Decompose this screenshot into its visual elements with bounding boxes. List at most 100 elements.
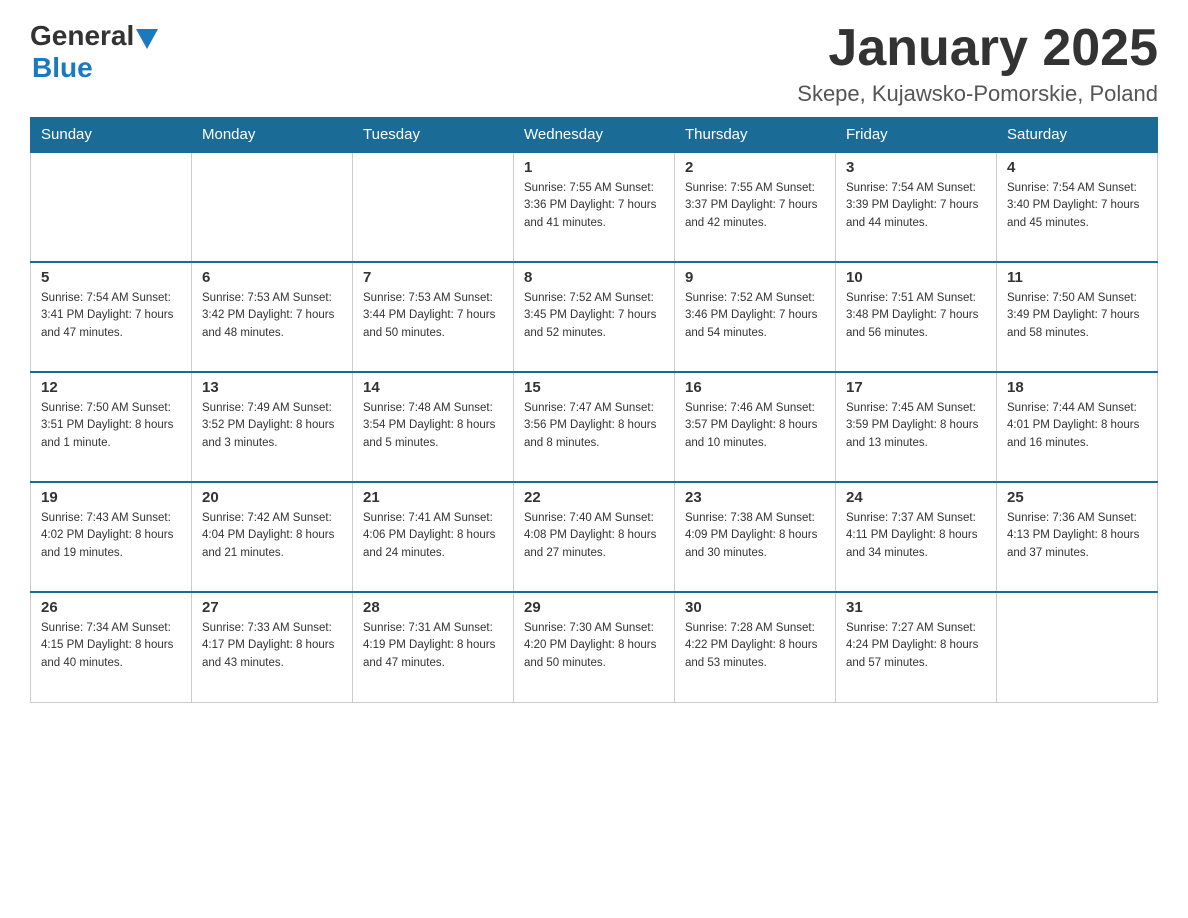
day-number: 6 [202, 269, 342, 286]
calendar-week-row: 19 Sunrise: 7:43 AM Sunset: 4:02 PM Dayli… [31, 482, 1158, 592]
calendar-week-row: 12 Sunrise: 7:50 AM Sunset: 3:51 PM Dayli… [31, 372, 1158, 482]
day-number: 26 [41, 599, 181, 616]
calendar-cell: 7 Sunrise: 7:53 AM Sunset: 3:44 PM Daylig… [353, 262, 514, 372]
day-number: 23 [685, 489, 825, 506]
calendar-cell: 4 Sunrise: 7:54 AM Sunset: 3:40 PM Daylig… [997, 152, 1158, 262]
day-info: Sunrise: 7:37 AM Sunset: 4:11 PM Dayligh… [846, 510, 986, 562]
day-info: Sunrise: 7:52 AM Sunset: 3:45 PM Dayligh… [524, 290, 664, 342]
day-info: Sunrise: 7:46 AM Sunset: 3:57 PM Dayligh… [685, 400, 825, 452]
day-info: Sunrise: 7:50 AM Sunset: 3:51 PM Dayligh… [41, 400, 181, 452]
day-info: Sunrise: 7:41 AM Sunset: 4:06 PM Dayligh… [363, 510, 503, 562]
day-number: 2 [685, 159, 825, 176]
calendar-week-row: 5Sunrise: 7:54 AM Sunset: 3:41 PM Daylig… [31, 262, 1158, 372]
day-number: 1 [524, 159, 664, 176]
calendar-table: SundayMondayTuesdayWednesdayThursdayFrid… [30, 117, 1158, 703]
day-number: 4 [1007, 159, 1147, 176]
day-info: Sunrise: 7:48 AM Sunset: 3:54 PM Dayligh… [363, 400, 503, 452]
day-of-week-header: Tuesday [353, 118, 514, 153]
calendar-cell [31, 152, 192, 262]
logo-triangle-icon [136, 29, 158, 49]
day-info: Sunrise: 7:47 AM Sunset: 3:56 PM Dayligh… [524, 400, 664, 452]
day-of-week-header: Monday [192, 118, 353, 153]
calendar-cell: 6 Sunrise: 7:53 AM Sunset: 3:42 PM Daylig… [192, 262, 353, 372]
calendar-cell: 8 Sunrise: 7:52 AM Sunset: 3:45 PM Daylig… [514, 262, 675, 372]
day-number: 12 [41, 379, 181, 396]
calendar-subtitle: Skepe, Kujawsko-Pomorskie, Poland [797, 81, 1158, 107]
day-number: 19 [41, 489, 181, 506]
day-info: Sunrise: 7:49 AM Sunset: 3:52 PM Dayligh… [202, 400, 342, 452]
day-info: Sunrise: 7:30 AM Sunset: 4:20 PM Dayligh… [524, 620, 664, 672]
calendar-cell: 11 Sunrise: 7:50 AM Sunset: 3:49 PM Dayli… [997, 262, 1158, 372]
logo-blue-text: Blue [32, 52, 93, 84]
day-info: Sunrise: 7:54 AM Sunset: 3:40 PM Dayligh… [1007, 180, 1147, 232]
calendar-cell: 29 Sunrise: 7:30 AM Sunset: 4:20 PM Dayli… [514, 592, 675, 702]
day-info: Sunrise: 7:28 AM Sunset: 4:22 PM Dayligh… [685, 620, 825, 672]
day-number: 5 [41, 269, 181, 286]
calendar-cell: 10 Sunrise: 7:51 AM Sunset: 3:48 PM Dayli… [836, 262, 997, 372]
calendar-cell: 14 Sunrise: 7:48 AM Sunset: 3:54 PM Dayli… [353, 372, 514, 482]
day-info: Sunrise: 7:45 AM Sunset: 3:59 PM Dayligh… [846, 400, 986, 452]
day-info: Sunrise: 7:50 AM Sunset: 3:49 PM Dayligh… [1007, 290, 1147, 342]
calendar-cell: 18 Sunrise: 7:44 AM Sunset: 4:01 PM Dayli… [997, 372, 1158, 482]
calendar-cell [192, 152, 353, 262]
day-info: Sunrise: 7:51 AM Sunset: 3:48 PM Dayligh… [846, 290, 986, 342]
calendar-cell: 16 Sunrise: 7:46 AM Sunset: 3:57 PM Dayli… [675, 372, 836, 482]
calendar-cell: 3 Sunrise: 7:54 AM Sunset: 3:39 PM Daylig… [836, 152, 997, 262]
calendar-cell: 13 Sunrise: 7:49 AM Sunset: 3:52 PM Dayli… [192, 372, 353, 482]
day-number: 14 [363, 379, 503, 396]
day-info: Sunrise: 7:40 AM Sunset: 4:08 PM Dayligh… [524, 510, 664, 562]
day-info: Sunrise: 7:36 AM Sunset: 4:13 PM Dayligh… [1007, 510, 1147, 562]
day-info: Sunrise: 7:43 AM Sunset: 4:02 PM Dayligh… [41, 510, 181, 562]
calendar-cell: 15 Sunrise: 7:47 AM Sunset: 3:56 PM Dayli… [514, 372, 675, 482]
day-number: 29 [524, 599, 664, 616]
day-number: 17 [846, 379, 986, 396]
day-info: Sunrise: 7:53 AM Sunset: 3:44 PM Dayligh… [363, 290, 503, 342]
day-info: Sunrise: 7:31 AM Sunset: 4:19 PM Dayligh… [363, 620, 503, 672]
day-number: 13 [202, 379, 342, 396]
calendar-cell: 9Sunrise: 7:52 AM Sunset: 3:46 PM Daylig… [675, 262, 836, 372]
day-number: 18 [1007, 379, 1147, 396]
calendar-cell: 31Sunrise: 7:27 AM Sunset: 4:24 PM Dayli… [836, 592, 997, 702]
day-number: 16 [685, 379, 825, 396]
day-info: Sunrise: 7:34 AM Sunset: 4:15 PM Dayligh… [41, 620, 181, 672]
calendar-cell [353, 152, 514, 262]
day-info: Sunrise: 7:54 AM Sunset: 3:39 PM Dayligh… [846, 180, 986, 232]
day-of-week-header: Wednesday [514, 118, 675, 153]
day-number: 24 [846, 489, 986, 506]
calendar-cell: 2 Sunrise: 7:55 AM Sunset: 3:37 PM Daylig… [675, 152, 836, 262]
page-header: General Blue January 2025 Skepe, Kujawsk… [30, 20, 1158, 107]
day-number: 10 [846, 269, 986, 286]
day-number: 30 [685, 599, 825, 616]
day-info: Sunrise: 7:53 AM Sunset: 3:42 PM Dayligh… [202, 290, 342, 342]
calendar-header-row: SundayMondayTuesdayWednesdayThursdayFrid… [31, 118, 1158, 153]
day-number: 28 [363, 599, 503, 616]
title-block: January 2025 Skepe, Kujawsko-Pomorskie, … [797, 20, 1158, 107]
day-number: 8 [524, 269, 664, 286]
day-number: 3 [846, 159, 986, 176]
calendar-cell: 25Sunrise: 7:36 AM Sunset: 4:13 PM Dayli… [997, 482, 1158, 592]
day-of-week-header: Saturday [997, 118, 1158, 153]
day-info: Sunrise: 7:44 AM Sunset: 4:01 PM Dayligh… [1007, 400, 1147, 452]
day-info: Sunrise: 7:33 AM Sunset: 4:17 PM Dayligh… [202, 620, 342, 672]
day-number: 11 [1007, 269, 1147, 286]
day-number: 21 [363, 489, 503, 506]
calendar-cell: 17 Sunrise: 7:45 AM Sunset: 3:59 PM Dayli… [836, 372, 997, 482]
day-info: Sunrise: 7:55 AM Sunset: 3:36 PM Dayligh… [524, 180, 664, 232]
calendar-cell: 20Sunrise: 7:42 AM Sunset: 4:04 PM Dayli… [192, 482, 353, 592]
day-of-week-header: Sunday [31, 118, 192, 153]
calendar-cell: 22 Sunrise: 7:40 AM Sunset: 4:08 PM Dayli… [514, 482, 675, 592]
day-number: 9 [685, 269, 825, 286]
day-info: Sunrise: 7:55 AM Sunset: 3:37 PM Dayligh… [685, 180, 825, 232]
calendar-cell: 12 Sunrise: 7:50 AM Sunset: 3:51 PM Dayli… [31, 372, 192, 482]
day-number: 7 [363, 269, 503, 286]
day-of-week-header: Thursday [675, 118, 836, 153]
calendar-title: January 2025 [797, 20, 1158, 77]
calendar-cell: 27Sunrise: 7:33 AM Sunset: 4:17 PM Dayli… [192, 592, 353, 702]
calendar-cell: 30 Sunrise: 7:28 AM Sunset: 4:22 PM Dayli… [675, 592, 836, 702]
day-number: 15 [524, 379, 664, 396]
calendar-week-row: 26 Sunrise: 7:34 AM Sunset: 4:15 PM Dayli… [31, 592, 1158, 702]
day-number: 22 [524, 489, 664, 506]
calendar-cell [997, 592, 1158, 702]
day-info: Sunrise: 7:27 AM Sunset: 4:24 PM Dayligh… [846, 620, 986, 672]
logo: General Blue [30, 20, 158, 84]
